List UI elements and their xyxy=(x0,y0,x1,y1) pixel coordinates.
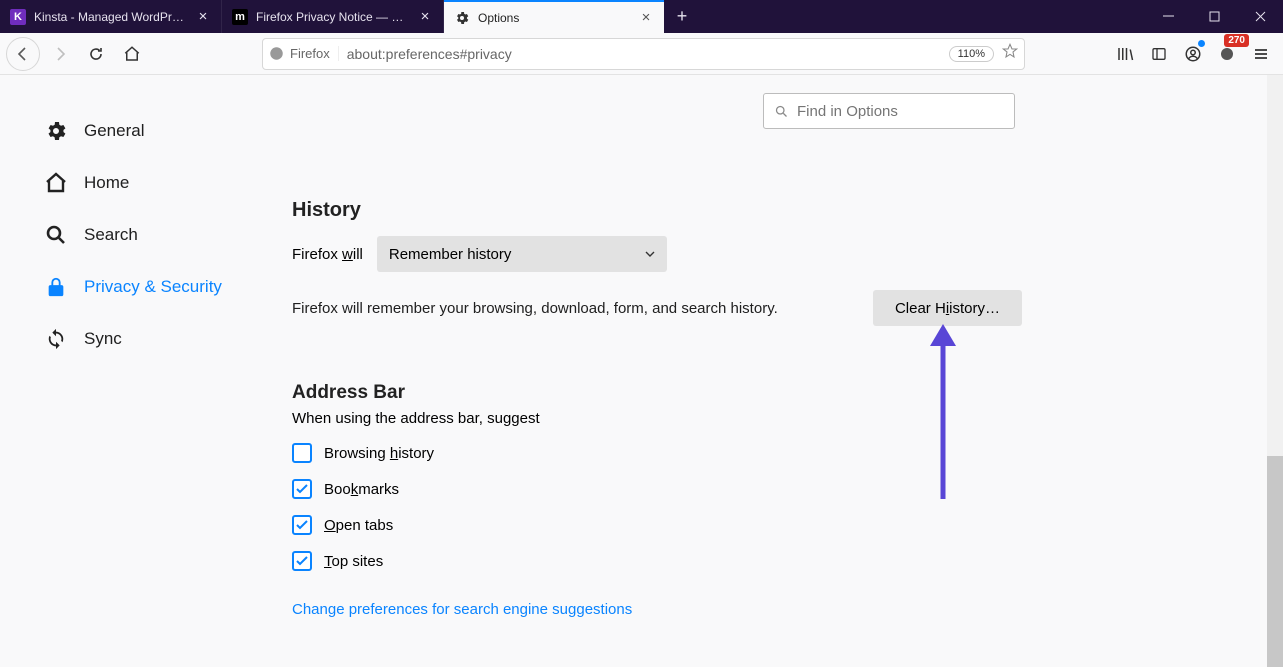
window-controls xyxy=(1145,0,1283,33)
close-window-button[interactable] xyxy=(1237,0,1283,33)
suggest-open-tabs: Open tabs xyxy=(292,511,1022,539)
sidebar-item-general[interactable]: General xyxy=(44,105,292,157)
sidebar-item-home[interactable]: Home xyxy=(44,157,292,209)
sidebar-item-label: Search xyxy=(84,225,138,245)
back-button[interactable] xyxy=(6,37,40,71)
addressbar-section: Address Bar When using the address bar, … xyxy=(292,382,1022,619)
notification-dot xyxy=(1198,40,1205,47)
tab-mozilla-privacy[interactable]: m Firefox Privacy Notice — Mozilla × xyxy=(222,0,444,33)
favicon-mozilla: m xyxy=(232,9,248,25)
suggest-browsing-history: Browsing history xyxy=(292,439,1022,467)
tab-title: Options xyxy=(478,11,630,25)
url-text: about:preferences#privacy xyxy=(347,46,941,62)
zoom-badge[interactable]: 110% xyxy=(949,46,994,62)
tab-title: Firefox Privacy Notice — Mozilla xyxy=(256,10,409,24)
checkbox[interactable] xyxy=(292,479,312,499)
sync-icon xyxy=(44,327,68,351)
preferences-sidebar: General Home Search Privacy & Security S… xyxy=(0,75,292,667)
check-label: Browsing history xyxy=(324,445,434,462)
find-in-options[interactable] xyxy=(763,93,1015,129)
close-icon[interactable]: × xyxy=(638,10,654,26)
navbar: Firefox about:preferences#privacy 110% 2… xyxy=(0,33,1283,75)
home-icon xyxy=(44,171,68,195)
history-heading: History xyxy=(292,199,1022,222)
search-icon xyxy=(774,104,789,119)
addressbar-subheading: When using the address bar, suggest xyxy=(292,410,1022,427)
tab-title: Kinsta - Managed WordPress Hosting xyxy=(34,10,187,24)
lock-icon xyxy=(44,275,68,299)
gear-icon xyxy=(454,10,470,26)
sidebar-item-label: General xyxy=(84,121,144,141)
identity-label: Firefox xyxy=(290,46,330,61)
minimize-button[interactable] xyxy=(1145,0,1191,33)
close-icon[interactable]: × xyxy=(195,9,211,25)
tab-options[interactable]: Options × xyxy=(444,0,664,33)
tab-kinsta[interactable]: K Kinsta - Managed WordPress Hosting × xyxy=(0,0,222,33)
sidebar-toggle-icon[interactable] xyxy=(1143,38,1175,70)
suggest-bookmarks: Bookmarks xyxy=(292,475,1022,503)
sidebar-item-label: Home xyxy=(84,173,129,193)
checkbox[interactable] xyxy=(292,443,312,463)
scrollbar-thumb[interactable] xyxy=(1267,456,1283,667)
check-label: Bookmarks xyxy=(324,481,399,498)
close-icon[interactable]: × xyxy=(417,9,433,25)
checkbox[interactable] xyxy=(292,551,312,571)
sidebar-item-label: Privacy & Security xyxy=(84,277,222,297)
new-tab-button[interactable]: + xyxy=(664,0,700,33)
search-suggestions-link[interactable]: Change preferences for search engine sug… xyxy=(292,601,632,618)
favicon-kinsta: K xyxy=(10,9,26,25)
maximize-button[interactable] xyxy=(1191,0,1237,33)
reload-button[interactable] xyxy=(80,38,112,70)
suggest-top-sites: Top sites xyxy=(292,547,1022,575)
history-description: Firefox will remember your browsing, dow… xyxy=(292,300,778,317)
chevron-down-icon xyxy=(645,246,655,263)
clear-history-button[interactable]: Clear Hiistory… xyxy=(873,290,1022,326)
sidebar-item-privacy[interactable]: Privacy & Security xyxy=(44,261,292,313)
urlbar[interactable]: Firefox about:preferences#privacy 110% xyxy=(262,38,1025,70)
extension-icon[interactable]: 270 xyxy=(1211,38,1243,70)
history-section: History Firefox will Remember history Fi… xyxy=(292,199,1022,326)
home-button[interactable] xyxy=(116,38,148,70)
bookmark-star-icon[interactable] xyxy=(1002,43,1018,64)
account-icon[interactable] xyxy=(1177,38,1209,70)
identity-box[interactable]: Firefox xyxy=(269,46,339,61)
history-mode-label: Firefox will xyxy=(292,246,363,263)
titlebar: K Kinsta - Managed WordPress Hosting × m… xyxy=(0,0,1283,33)
search-icon xyxy=(44,223,68,247)
menu-button[interactable] xyxy=(1245,38,1277,70)
checkbox[interactable] xyxy=(292,515,312,535)
check-label: Open tabs xyxy=(324,517,393,534)
addressbar-heading: Address Bar xyxy=(292,382,1022,404)
select-value: Remember history xyxy=(389,246,512,263)
preferences-content: General Home Search Privacy & Security S… xyxy=(0,75,1283,667)
sidebar-item-sync[interactable]: Sync xyxy=(44,313,292,365)
forward-button[interactable] xyxy=(44,38,76,70)
sidebar-item-search[interactable]: Search xyxy=(44,209,292,261)
gear-icon xyxy=(44,119,68,143)
check-label: Top sites xyxy=(324,553,383,570)
history-mode-select[interactable]: Remember history xyxy=(377,236,667,272)
sidebar-item-label: Sync xyxy=(84,329,122,349)
preferences-main: History Firefox will Remember history Fi… xyxy=(292,75,1283,667)
library-icon[interactable] xyxy=(1109,38,1141,70)
find-input[interactable] xyxy=(797,103,1004,120)
